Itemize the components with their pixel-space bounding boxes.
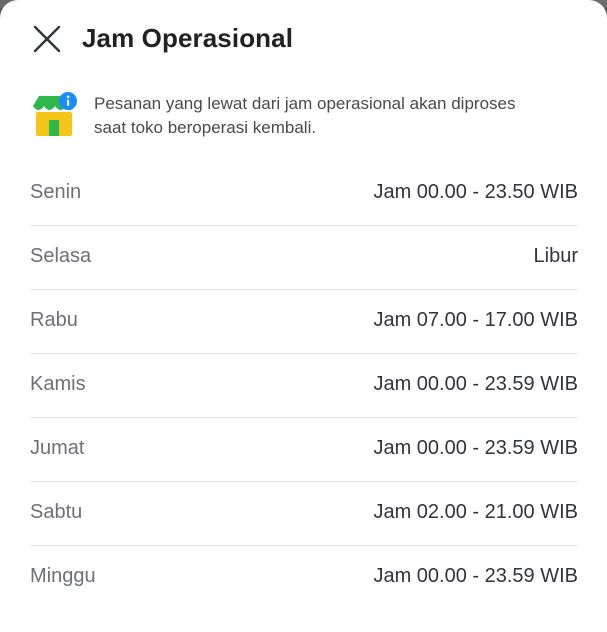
page-title: Jam Operasional [82,23,294,53]
operating-hours-sheet: Jam Operasional Pesanan yang lewat dari … [0,0,607,632]
schedule-row-jumat: Jumat Jam 00.00 - 23.59 WIB [30,418,578,482]
sheet-header: Jam Operasional [0,0,607,78]
hours-value: Jam 00.00 - 23.59 WIB [373,437,578,459]
hours-value: Libur [533,245,578,267]
hours-value: Jam 00.00 - 23.59 WIB [373,373,578,395]
close-icon [33,25,61,53]
schedule-row-sabtu: Sabtu Jam 02.00 - 21.00 WIB [30,482,578,546]
day-label: Jumat [30,437,85,459]
schedule-list: Senin Jam 00.00 - 23.50 WIB Selasa Libur… [30,162,578,609]
notice-text: Pesanan yang lewat dari jam operasional … [94,92,584,140]
hours-value: Jam 02.00 - 21.00 WIB [373,501,578,523]
schedule-row-rabu: Rabu Jam 07.00 - 17.00 WIB [30,290,578,354]
notice-line-2: saat toko beroperasi kembali. [94,118,317,137]
day-label: Kamis [30,373,86,395]
hours-value: Jam 00.00 - 23.50 WIB [373,181,578,203]
schedule-row-kamis: Kamis Jam 00.00 - 23.59 WIB [30,354,578,418]
close-button[interactable] [30,22,64,56]
store-info-icon [30,92,78,138]
hours-value: Jam 00.00 - 23.59 WIB [373,565,578,587]
notice-banner: Pesanan yang lewat dari jam operasional … [30,88,580,148]
notice-line-1: Pesanan yang lewat dari jam operasional … [94,94,516,113]
schedule-row-selasa: Selasa Libur [30,226,578,290]
day-label: Selasa [30,245,92,267]
day-label: Rabu [30,309,78,331]
schedule-row-minggu: Minggu Jam 00.00 - 23.59 WIB [30,546,578,609]
day-label: Senin [30,181,82,203]
hours-value: Jam 07.00 - 17.00 WIB [373,309,578,331]
schedule-row-senin: Senin Jam 00.00 - 23.50 WIB [30,162,578,226]
day-label: Minggu [30,565,96,587]
day-label: Sabtu [30,501,83,523]
